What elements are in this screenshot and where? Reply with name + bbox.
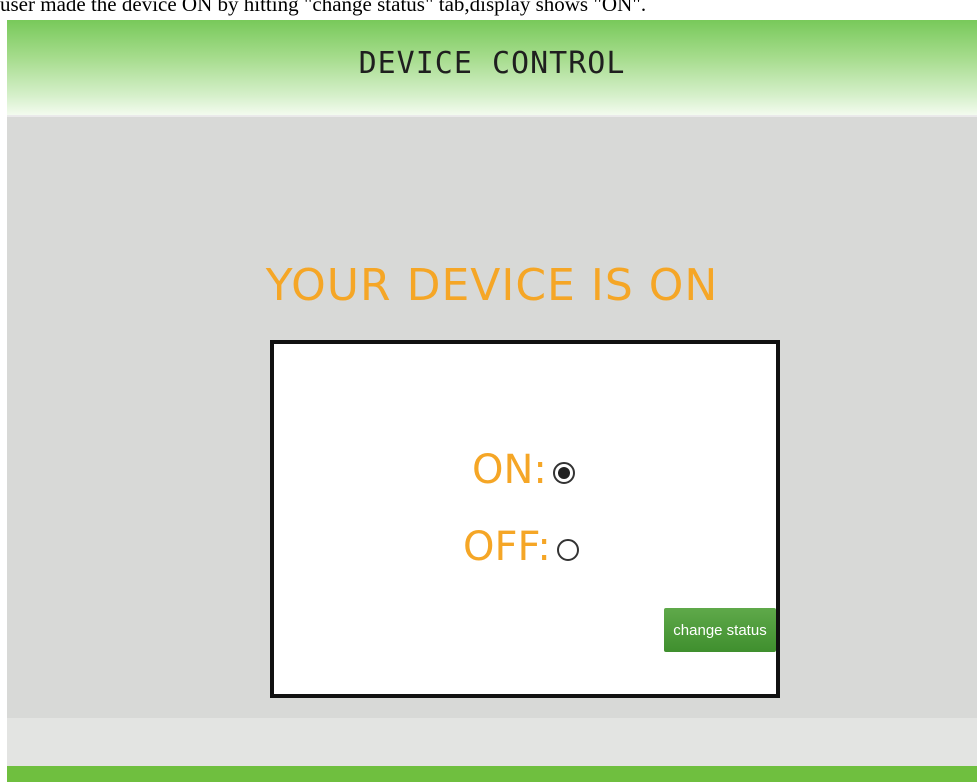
on-radio-button[interactable]	[552, 462, 575, 484]
change-status-button[interactable]: change status	[664, 608, 776, 652]
footer-bar	[7, 766, 977, 782]
option-off-label: OFF:	[463, 524, 551, 570]
device-status-heading: YOUR DEVICE IS ON	[265, 260, 719, 311]
page: user made the device ON by hitting "chan…	[0, 0, 977, 782]
device-control-app: DEVICE CONTROL YOUR DEVICE IS ON ON: OFF…	[7, 20, 977, 782]
off-radio-button[interactable]	[556, 539, 579, 561]
option-on-label: ON:	[472, 447, 547, 493]
page-title: DEVICE CONTROL	[358, 46, 626, 81]
header-bar: DEVICE CONTROL	[7, 20, 977, 115]
footer-band	[7, 718, 977, 766]
screenshot-caption: user made the device ON by hitting "chan…	[0, 0, 647, 16]
option-on-row: ON:	[472, 447, 575, 493]
option-off-row: OFF:	[463, 524, 579, 570]
control-panel: ON: OFF: change status	[270, 340, 780, 698]
